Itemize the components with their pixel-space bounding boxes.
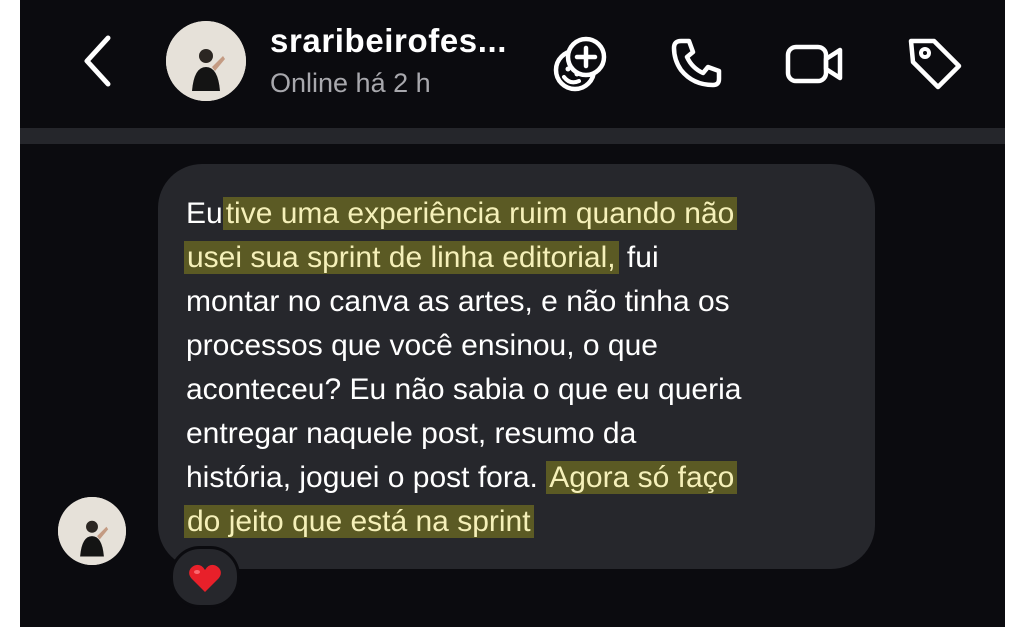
label-button[interactable] (904, 32, 966, 94)
highlighted-text: tive uma experiência ruim quando não (222, 197, 738, 230)
highlighted-text: usei sua sprint de linha editorial, (184, 241, 619, 274)
online-status: Online há 2 h (270, 68, 431, 98)
header-divider (20, 128, 1005, 144)
chat-screen: sraribeirofes... Online há 2 h Eu tive u… (20, 0, 1005, 627)
profile-photo-icon (166, 21, 246, 101)
heart-icon (189, 564, 221, 592)
highlighted-text: Agora só faço (546, 461, 738, 494)
message-line: Eu tive uma experiência ruim quando não (186, 194, 738, 234)
tag-icon (908, 38, 962, 90)
voice-call-button[interactable] (665, 32, 727, 94)
video-call-button[interactable] (783, 32, 845, 94)
chat-header: sraribeirofes... Online há 2 h (20, 0, 1005, 128)
sender-avatar[interactable] (58, 497, 126, 565)
profile-photo-icon (58, 497, 126, 565)
message-reaction[interactable] (170, 546, 240, 608)
message-line: entregar naquele post, resumo da (186, 417, 637, 450)
message-line: história, joguei o post fora. Agora só f… (186, 458, 738, 498)
video-camera-icon (785, 44, 843, 84)
message-line: montar no canva as artes, e não tinha os (186, 285, 730, 318)
avatar[interactable] (166, 21, 246, 101)
message-text: fui (618, 241, 659, 274)
message-line: usei sua sprint de linha editorial, fui (184, 238, 659, 278)
message-line: aconteceu? Eu não sabia o que eu queria (186, 373, 742, 406)
message-text: história, joguei o post fora. (186, 461, 538, 494)
back-button[interactable] (75, 30, 125, 92)
phone-icon (671, 38, 722, 88)
highlighted-text: do jeito que está na sprint (184, 505, 534, 538)
username[interactable]: sraribeirofes... (270, 22, 507, 60)
message-bubble[interactable]: Eu tive uma experiência ruim quando não u… (158, 164, 875, 569)
sticker-button[interactable] (548, 32, 610, 94)
message-line: processos que você ensinou, o que (186, 329, 658, 362)
chevron-left-icon (84, 35, 111, 87)
message-text: Eu (186, 197, 223, 230)
message-line: do jeito que está na sprint (184, 502, 534, 542)
sticker-smiley-add-icon (553, 36, 607, 92)
